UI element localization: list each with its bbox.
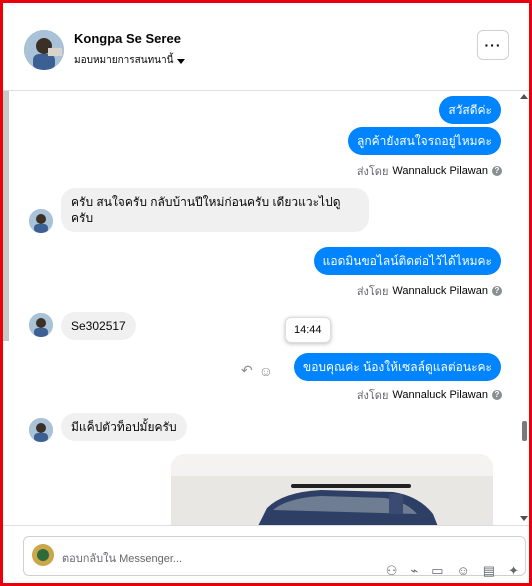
sent-by-prefix: ส่งโดย xyxy=(356,390,389,402)
agent-name[interactable]: Wannaluck Pilawan xyxy=(392,285,488,297)
add-person-icon[interactable]: ⚇ xyxy=(386,563,398,579)
sent-by-prefix: ส่งโดย xyxy=(356,286,389,298)
sent-by-label: ส่งโดย Wannaluck Pilawan ? xyxy=(357,282,502,300)
page-avatar xyxy=(32,544,54,566)
gif-icon[interactable]: ▭ xyxy=(431,563,443,579)
message-outgoing[interactable]: ขอบคุณค่ะ น้องให้เซลล์ดูแลต่อนะคะ xyxy=(294,353,501,381)
message-incoming[interactable]: ครับ สนใจครับ กลับบ้านปีใหม่ก่อนครับ เดี… xyxy=(61,188,369,232)
reply-icon[interactable]: ↶ xyxy=(241,362,253,379)
scroll-down-icon[interactable] xyxy=(520,516,528,521)
message-thread[interactable]: สวัสดีค่ะ ลูกค้ายังสนใจรถอยู่ไหมคะ ส่งโด… xyxy=(3,91,529,525)
sent-by-prefix: ส่งโดย xyxy=(356,166,389,178)
agent-name[interactable]: Wannaluck Pilawan xyxy=(392,165,488,177)
more-options-button[interactable]: ··· xyxy=(477,30,509,60)
emoji-react-icon[interactable]: ☺ xyxy=(259,363,273,379)
contact-name[interactable]: Kongpa Se Seree xyxy=(74,31,181,46)
help-icon[interactable]: ? xyxy=(492,166,502,176)
message-incoming[interactable]: มีแค็ปตัวท็อปมั้ยครับ xyxy=(61,413,187,441)
message-outgoing[interactable]: ลูกค้ายังสนใจรถอยู่ไหมคะ xyxy=(348,127,501,155)
avatar[interactable] xyxy=(29,418,53,442)
help-icon[interactable]: ? xyxy=(492,286,502,296)
like-icon[interactable]: ✦ xyxy=(508,563,519,579)
sent-by-label: ส่งโดย Wannaluck Pilawan ? xyxy=(357,162,502,180)
reply-input[interactable]: ตอบกลับใน Messenger... ⚇ ⌁ ▭ ☺ ▤ ✦ xyxy=(23,536,526,579)
avatar[interactable] xyxy=(29,209,53,233)
avatar[interactable] xyxy=(29,313,53,337)
message-incoming[interactable]: Se302517 xyxy=(61,312,136,340)
saved-reply-icon[interactable]: ▤ xyxy=(483,563,495,579)
scrollbar[interactable] xyxy=(519,91,529,525)
composer: ตอบกลับใน Messenger... ⚇ ⌁ ▭ ☺ ▤ ✦ xyxy=(3,525,529,584)
sent-by-label: ส่งโดย Wannaluck Pilawan ? xyxy=(357,386,502,404)
caret-down-icon xyxy=(177,58,186,64)
scroll-thumb[interactable] xyxy=(522,421,527,441)
timestamp-tooltip: 14:44 xyxy=(285,317,331,343)
agent-name[interactable]: Wannaluck Pilawan xyxy=(392,389,488,401)
attach-icon[interactable]: ⌁ xyxy=(410,563,418,579)
reply-placeholder: ตอบกลับใน Messenger... xyxy=(62,553,183,565)
composer-tools: ⚇ ⌁ ▭ ☺ ▤ ✦ xyxy=(386,563,519,579)
conversation-header: Kongpa Se Seree มอบหมายการสนทนานี้ ··· xyxy=(3,3,529,91)
message-outgoing[interactable]: แอดมินขอไลน์ติดต่อไว้ได้ไหมคะ xyxy=(313,247,501,275)
message-outgoing[interactable]: สวัสดีค่ะ xyxy=(439,96,501,124)
assign-label: มอบหมายการสนทนานี้ xyxy=(74,55,174,66)
left-scrollbar[interactable] xyxy=(3,91,9,341)
message-actions: ↶ ☺ xyxy=(241,362,273,379)
assign-conversation-dropdown[interactable]: มอบหมายการสนทนานี้ xyxy=(74,53,186,68)
help-icon[interactable]: ? xyxy=(492,390,502,400)
emoji-icon[interactable]: ☺ xyxy=(457,563,470,579)
avatar[interactable] xyxy=(24,30,64,70)
scroll-up-icon[interactable] xyxy=(520,94,528,99)
car-photo[interactable] xyxy=(171,454,493,525)
